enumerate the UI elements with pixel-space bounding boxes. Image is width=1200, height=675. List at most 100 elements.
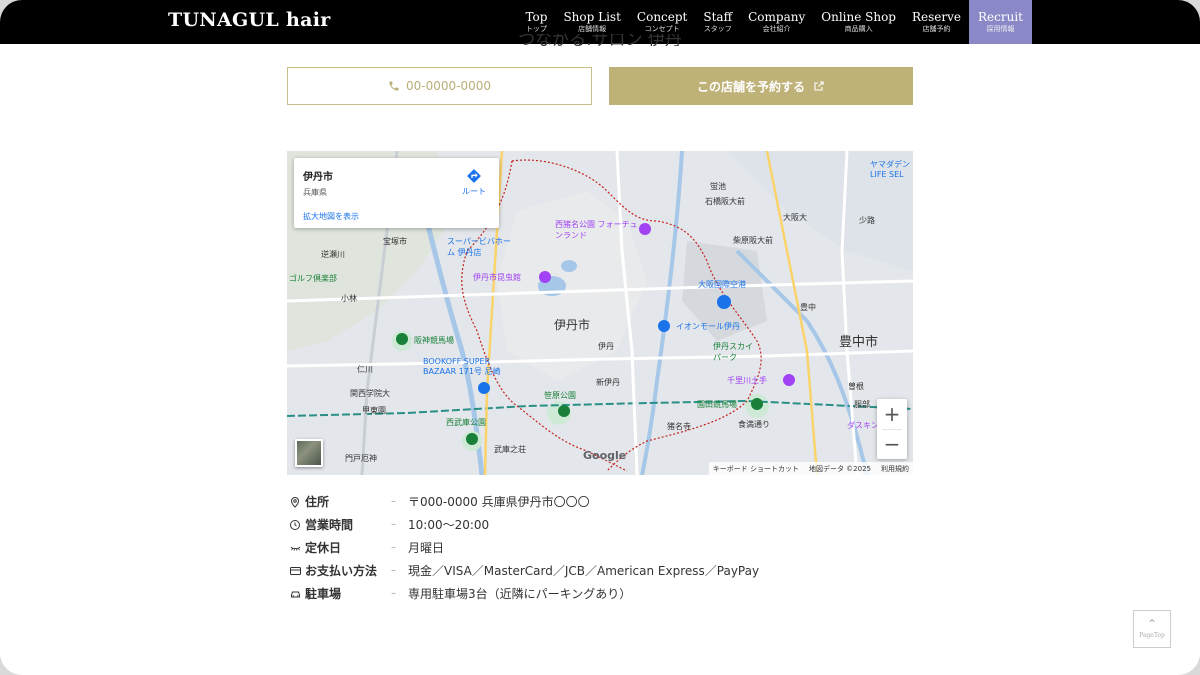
- map-place-card: 伊丹市 兵庫県 拡大地図を表示 ルート: [294, 158, 499, 228]
- map-label-shokudo: 食満通り: [738, 420, 770, 429]
- info-label: 住所: [305, 495, 330, 509]
- map-label-senri-river: 千里川土手: [727, 376, 767, 385]
- clock-icon: [287, 517, 303, 533]
- map-label-kobayashi: 小林: [341, 294, 357, 303]
- info-row-payment: お支払い方法 – 現金／VISA／MasterCard／JCB／American…: [287, 559, 913, 582]
- google-map[interactable]: 伊丹市 豊中市 宝塚市 大阪国際空港 イオンモール伊丹 伊丹スカイパーク 西猪名…: [287, 151, 913, 475]
- map-place-name: 伊丹市: [303, 172, 333, 183]
- info-row-closed: 定休日 – 月曜日: [287, 536, 913, 559]
- salon-title: つながる.サロン 伊丹: [518, 34, 682, 46]
- map-label-shoji: 少路: [859, 216, 875, 225]
- info-label: お支払い方法: [305, 564, 378, 578]
- map-label-aeon-mall: イオンモール伊丹: [676, 322, 740, 331]
- zoom-divider: [882, 429, 902, 430]
- map-label-shin-itami: 新伊丹: [596, 378, 620, 387]
- info-value: 月曜日: [408, 541, 445, 555]
- shop-info: 住所 – 〒000-0000 兵庫県伊丹市〇〇〇 営業時間 – 10:00〜20…: [287, 490, 913, 605]
- page-top-button[interactable]: ⌃ PageTop: [1133, 610, 1171, 648]
- map-label-mukonosou: 武庫之荘: [494, 445, 526, 454]
- nav-item-label: Concept: [636, 10, 688, 24]
- terms-link[interactable]: 利用規約: [881, 464, 909, 474]
- keyboard-shortcuts-link[interactable]: キーボード ショートカット: [713, 464, 799, 474]
- map-label-nigawa: 仁川: [357, 365, 373, 374]
- map-label-sakasegawa: 逆瀬川: [321, 250, 345, 259]
- satellite-toggle[interactable]: [295, 439, 323, 467]
- info-dash: –: [391, 519, 396, 530]
- map-label-toyonaka-city: 豊中市: [839, 335, 879, 350]
- external-link-icon: [814, 81, 824, 91]
- nav-item-label: Staff: [703, 10, 733, 24]
- map-label-yamada-denki: ヤマダデン LIFE SEL: [870, 160, 910, 179]
- car-icon: [287, 586, 303, 602]
- info-label: 駐車場: [305, 587, 342, 601]
- map-label-sonoda-keibajo: 園田競馬場: [697, 400, 737, 409]
- location-icon: [287, 494, 303, 510]
- zoom-in-button[interactable]: +: [877, 399, 907, 429]
- route-button[interactable]: ルート: [457, 168, 491, 197]
- chevron-up-icon: ⌃: [1146, 617, 1158, 631]
- map-label-itami-station: 伊丹: [598, 342, 614, 351]
- info-value: 現金／VISA／MasterCard／JCB／American Express／…: [408, 564, 760, 578]
- phone-icon: [389, 81, 399, 91]
- card-icon: [287, 563, 303, 579]
- map-label-takarazuka-city: 宝塚市: [383, 237, 407, 246]
- map-label-hattori: 服部: [854, 400, 870, 409]
- map-label-koutoen: 甲東園: [362, 406, 386, 415]
- nav-item-sublabel: スタッフ: [703, 25, 732, 33]
- map-label-inadera: 猪名寺: [667, 422, 691, 431]
- page-frame: TUNAGUL hair Top トップ Shop List 店舗情報 Conc…: [0, 0, 1200, 675]
- closed-eye-icon: [287, 540, 303, 556]
- map-label-sasahara-park: 笹原公園: [544, 391, 576, 400]
- map-label-osaka-airport: 大阪国際空港: [698, 280, 746, 289]
- map-data-credit: 地図データ ©2025: [808, 464, 871, 473]
- map-label-sone: 曽根: [848, 382, 864, 391]
- map-label-nishi-muko-park: 西武庫公園: [446, 418, 486, 427]
- map-label-shibahara: 柴原阪大前: [733, 236, 773, 245]
- map-label-insect-museum: 伊丹市昆虫館: [473, 273, 521, 282]
- enlarge-map-link[interactable]: 拡大地図を表示: [303, 211, 359, 222]
- info-dash: –: [391, 542, 396, 553]
- map-label-ishibashi: 石橋阪大前: [705, 197, 745, 206]
- google-logo: Google: [583, 449, 627, 462]
- site-logo[interactable]: TUNAGUL hair: [168, 9, 331, 31]
- map-label-bookoff: BOOKOFF SUPER BAZAAR 171号 尼崎: [423, 357, 501, 376]
- page-top-label: PageTop: [1139, 632, 1165, 639]
- map-label-itami-sky-park: 伊丹スカイパーク: [713, 342, 753, 362]
- nav-item-label: Reserve: [912, 10, 962, 24]
- map-label-itami-city: 伊丹市: [554, 318, 591, 332]
- nav-item-sublabel: 店舗予約: [922, 25, 951, 33]
- nav-item-label: Top: [525, 10, 548, 24]
- map-label-golf: ゴルフ倶楽部: [289, 274, 337, 283]
- info-row-hours: 営業時間 – 10:00〜20:00: [287, 513, 913, 536]
- map-place-pref: 兵庫県: [303, 188, 327, 197]
- reserve-label: この店舗を予約する: [696, 79, 805, 94]
- info-value: 専用駐車場3台（近隣にパーキングあり）: [408, 587, 632, 601]
- info-row-address: 住所 – 〒000-0000 兵庫県伊丹市〇〇〇: [287, 490, 913, 513]
- zoom-out-button[interactable]: −: [877, 429, 907, 459]
- info-dash: –: [391, 565, 396, 576]
- map-label-super-viva: スーパービバホーム 伊丹店: [447, 237, 511, 257]
- nav-item-sublabel: コンセプト: [644, 25, 680, 33]
- map-label-toyonaka-station: 豊中: [800, 303, 816, 312]
- reserve-button[interactable]: この店舗を予約する: [609, 67, 913, 105]
- info-value: 10:00〜20:00: [408, 518, 490, 532]
- info-row-parking: 駐車場 – 専用駐車場3台（近隣にパーキングあり）: [287, 582, 913, 605]
- nav-item-label: Shop List: [563, 10, 621, 24]
- map-label-saino-park: 西猪名公園 フォーチュンランド: [555, 220, 638, 240]
- info-value: 〒000-0000 兵庫県伊丹市〇〇〇: [408, 495, 590, 509]
- phone-number: 00-0000-0000: [405, 79, 491, 93]
- phone-button[interactable]: 00-0000-0000: [287, 67, 592, 105]
- nav-item-sublabel: 商品購入: [844, 25, 873, 33]
- zoom-controls: + −: [877, 399, 907, 459]
- map-label-hanshin-keibajo: 阪神競馬場: [414, 336, 454, 345]
- nav-item-label: Online Shop: [821, 10, 896, 24]
- info-dash: –: [391, 588, 396, 599]
- info-dash: –: [391, 496, 396, 507]
- nav-item-sublabel: トップ: [525, 25, 547, 33]
- directions-icon: [467, 169, 481, 183]
- map-label-osaka-univ: 大阪大: [783, 213, 807, 222]
- nav-item-sublabel: 店舗情報: [578, 25, 607, 33]
- nav-item-label: Recruit: [978, 10, 1023, 24]
- map-label-hotarugaike: 蛍池: [710, 182, 726, 191]
- info-label: 定休日: [305, 541, 342, 555]
